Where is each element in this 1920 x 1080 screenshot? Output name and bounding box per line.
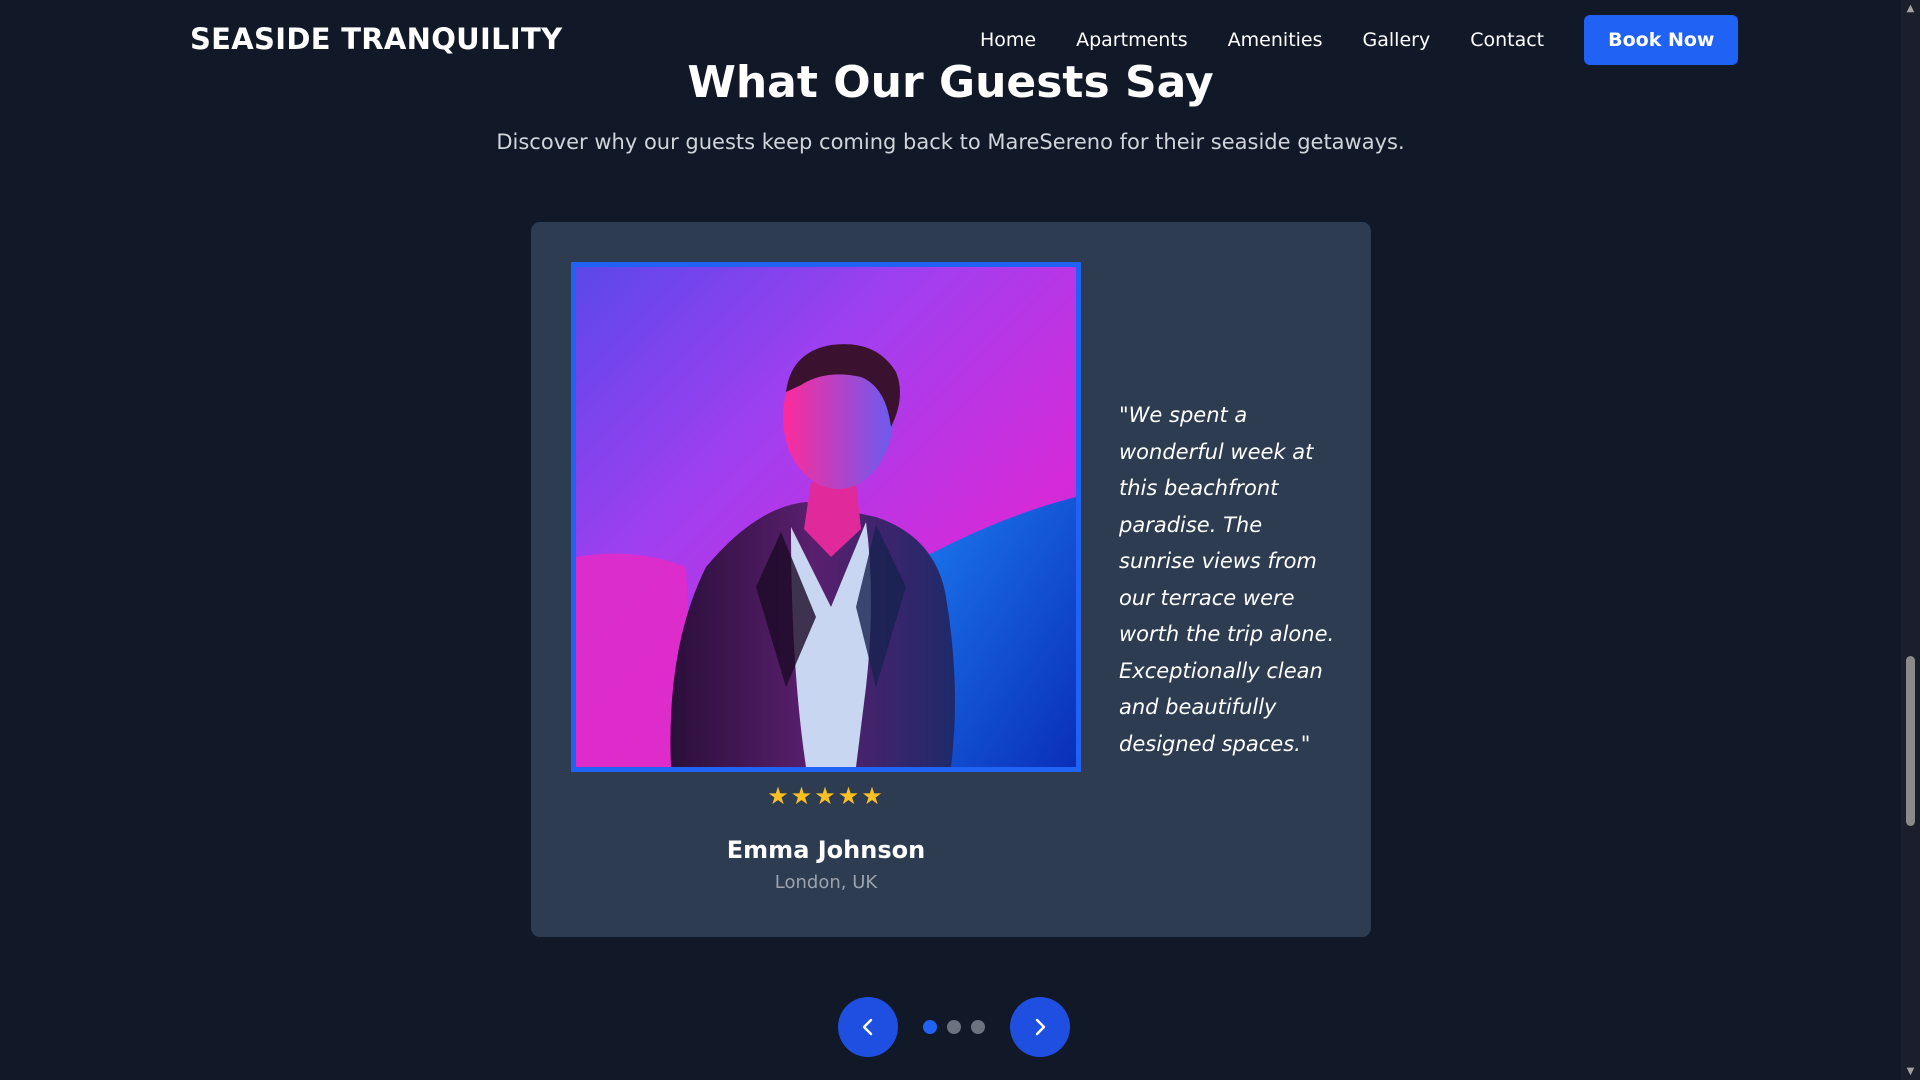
carousel-dot-2[interactable]	[947, 1020, 961, 1034]
page-scrollbar[interactable]: ▲ ▼	[1901, 0, 1920, 1080]
rating-stars: ★★★★★	[767, 782, 885, 810]
nav-link-gallery[interactable]: Gallery	[1363, 29, 1431, 51]
guest-name: Emma Johnson	[726, 836, 926, 864]
site-logo[interactable]: SEASIDE TRANQUILITY	[190, 22, 562, 56]
chevron-right-icon	[1035, 1018, 1046, 1036]
carousel-dots	[918, 1020, 990, 1034]
nav-link-apartments[interactable]: Apartments	[1076, 29, 1188, 51]
chevron-left-icon	[862, 1018, 873, 1036]
page: SEASIDE TRANQUILITY Home Apartments Amen…	[0, 0, 1920, 1080]
guest-location: London, UK	[774, 872, 878, 893]
nav-link-home[interactable]: Home	[980, 29, 1036, 51]
scroll-up-arrow-icon[interactable]: ▲	[1901, 0, 1920, 17]
testimonial-card: ★★★★★ Emma Johnson London, UK "We spent …	[531, 222, 1371, 937]
section-subtitle: Discover why our guests keep coming back…	[496, 130, 1405, 154]
carousel-next-button[interactable]	[1010, 997, 1070, 1057]
carousel-controls	[838, 997, 1070, 1057]
carousel-dot-3[interactable]	[971, 1020, 985, 1034]
scrollbar-thumb[interactable]	[1906, 656, 1915, 826]
nav-link-contact[interactable]: Contact	[1470, 29, 1544, 51]
nav-link-amenities[interactable]: Amenities	[1228, 29, 1323, 51]
carousel-dot-1[interactable]	[923, 1020, 937, 1034]
scroll-down-arrow-icon[interactable]: ▼	[1901, 1063, 1920, 1080]
guest-photo	[571, 262, 1081, 772]
section-title: What Our Guests Say	[687, 57, 1214, 108]
carousel-prev-button[interactable]	[838, 997, 898, 1057]
testimonial-quote: "We spent a wonderful week at this beach…	[1119, 403, 1335, 756]
guest-portrait-illustration	[576, 267, 1076, 767]
